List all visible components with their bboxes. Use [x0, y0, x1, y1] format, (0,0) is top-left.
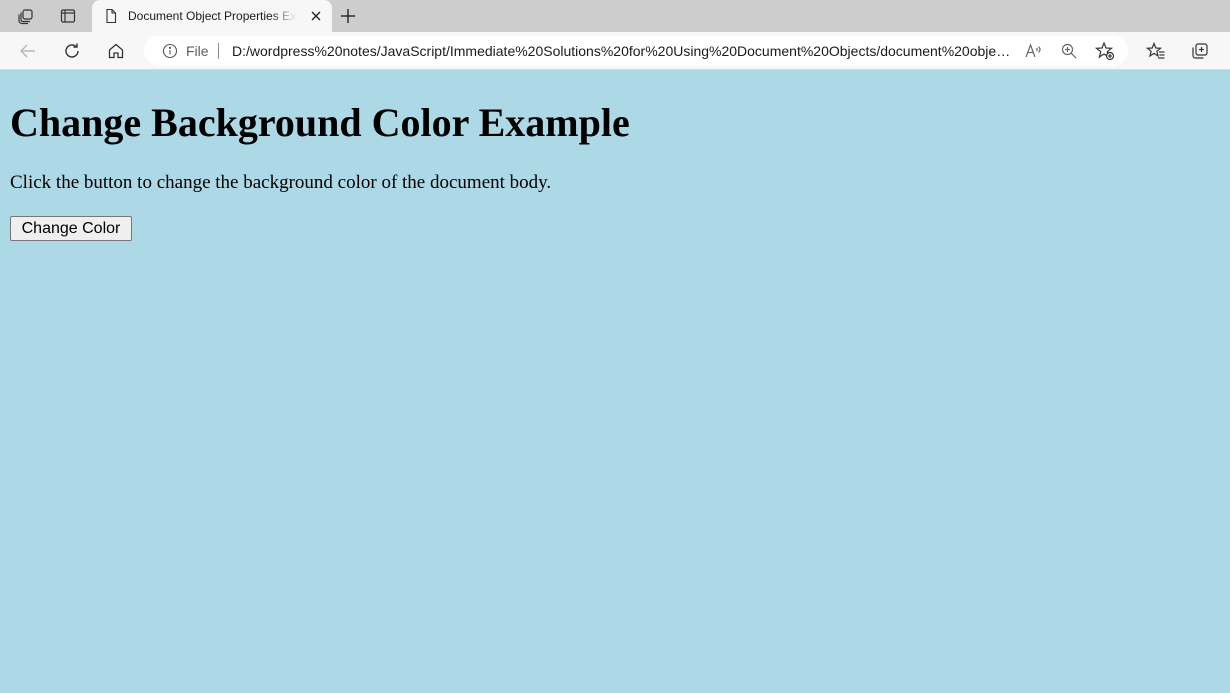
- scheme-label: File: [186, 43, 209, 59]
- browser-toolbar: File D:/wordpress%20notes/JavaScript/Imm…: [0, 32, 1230, 70]
- read-aloud-icon[interactable]: [1022, 40, 1044, 62]
- tab-active[interactable]: Document Object Properties Example: [92, 0, 332, 32]
- collections-button[interactable]: [1184, 35, 1216, 67]
- refresh-icon: [63, 42, 81, 60]
- page-content: Change Background Color Example Click th…: [0, 71, 1230, 693]
- home-button[interactable]: [100, 35, 132, 67]
- vertical-tabs-icon[interactable]: [48, 0, 88, 32]
- tab-title: Document Object Properties Example: [128, 9, 296, 23]
- favorites-button[interactable]: [1140, 35, 1172, 67]
- close-icon[interactable]: [308, 8, 324, 24]
- collections-icon: [1190, 41, 1210, 61]
- address-bar[interactable]: File D:/wordpress%20notes/JavaScript/Imm…: [144, 36, 1128, 66]
- zoom-icon[interactable]: [1058, 40, 1080, 62]
- workspaces-icon[interactable]: [6, 0, 46, 32]
- new-tab-button[interactable]: [336, 4, 360, 28]
- change-color-button[interactable]: Change Color: [10, 216, 132, 241]
- add-favorite-icon[interactable]: [1094, 40, 1116, 62]
- home-icon: [107, 42, 125, 60]
- tab-strip: Document Object Properties Example: [0, 0, 1230, 32]
- back-button[interactable]: [12, 35, 44, 67]
- favorites-icon: [1146, 41, 1166, 61]
- page-description: Click the button to change the backgroun…: [10, 172, 552, 193]
- info-icon[interactable]: [162, 43, 178, 59]
- divider: [218, 43, 219, 59]
- back-arrow-icon: [19, 42, 37, 60]
- url-text[interactable]: D:/wordpress%20notes/JavaScript/Immediat…: [232, 36, 1012, 66]
- page-icon: [103, 8, 119, 24]
- page-heading: Change Background Color Example: [10, 100, 630, 145]
- refresh-button[interactable]: [56, 35, 88, 67]
- plus-icon: [340, 8, 356, 24]
